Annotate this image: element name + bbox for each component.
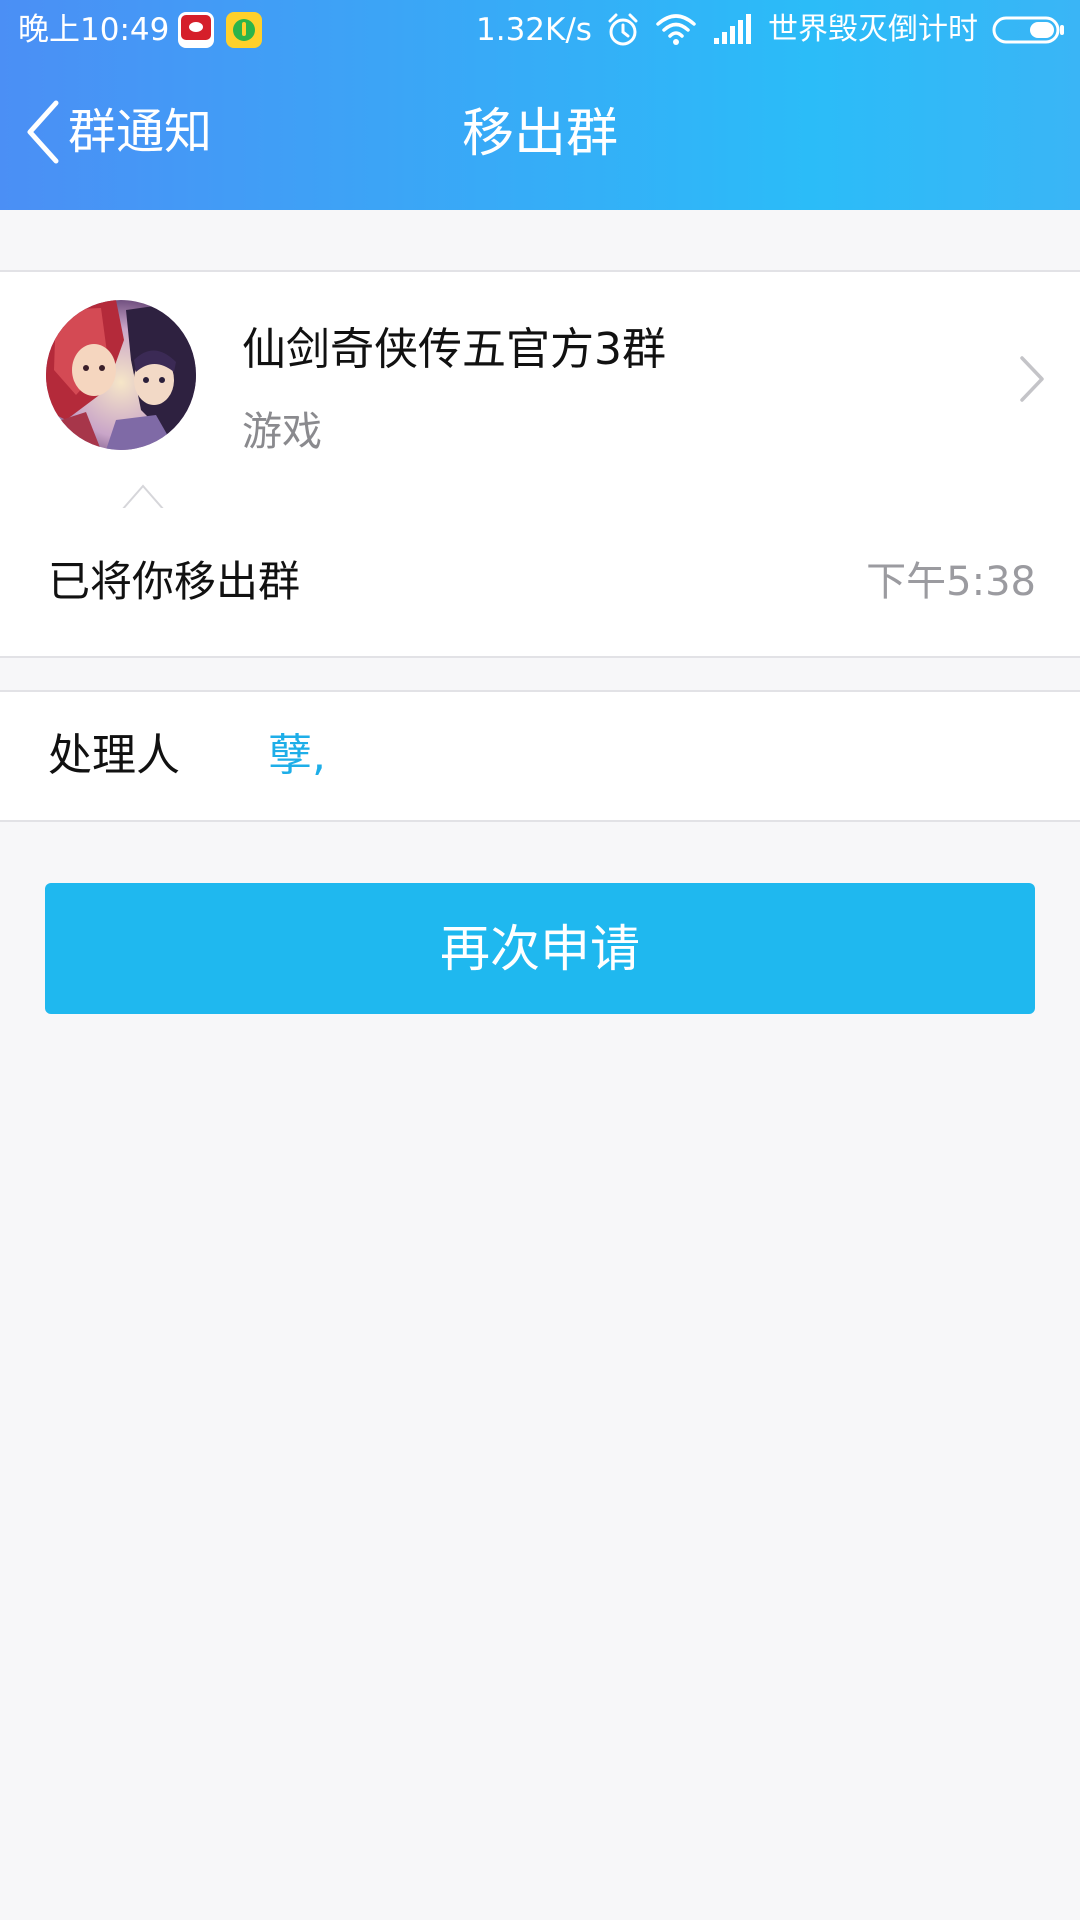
status-time: 晚上10:49 [18,12,170,48]
notice-row: 已将你移出群 下午5:38 [0,508,1080,658]
status-bar: 晚上10:49 1.32K/s 世界毁灭倒计时 [0,0,1080,62]
network-speed: 1.32K/s [476,12,592,48]
handler-label: 处理人 [48,730,180,781]
alarm-icon [608,13,638,46]
reapply-button[interactable]: 再次申请 [45,883,1035,1014]
notice-message: 已将你移出群 [48,557,301,606]
signal-icon [714,14,751,44]
carrier-name: 世界毁灭倒计时 [768,12,978,47]
group-card[interactable]: 仙剑奇侠传五官方3群 游戏 [0,270,1080,510]
battery-icon [992,16,1064,44]
chevron-right-icon [1020,356,1044,402]
wifi-icon [656,14,696,45]
notice-time: 下午5:38 [866,559,1036,605]
group-name: 仙剑奇侠传五官方3群 [242,324,666,375]
music-icon [226,12,262,48]
title-bar: 群通知 移出群 [0,62,1080,210]
header: 晚上10:49 1.32K/s 世界毁灭倒计时 群通知 移出群 [0,0,1080,210]
group-avatar [46,300,196,450]
page-title: 移出群 [461,104,618,164]
pointer-notch [122,484,164,510]
avatar-illustration [46,300,196,450]
group-category: 游戏 [242,409,322,455]
handler-row: 处理人 孽, [0,690,1080,822]
app-red-icon [178,12,214,48]
handler-name-link[interactable]: 孽, [268,728,326,784]
